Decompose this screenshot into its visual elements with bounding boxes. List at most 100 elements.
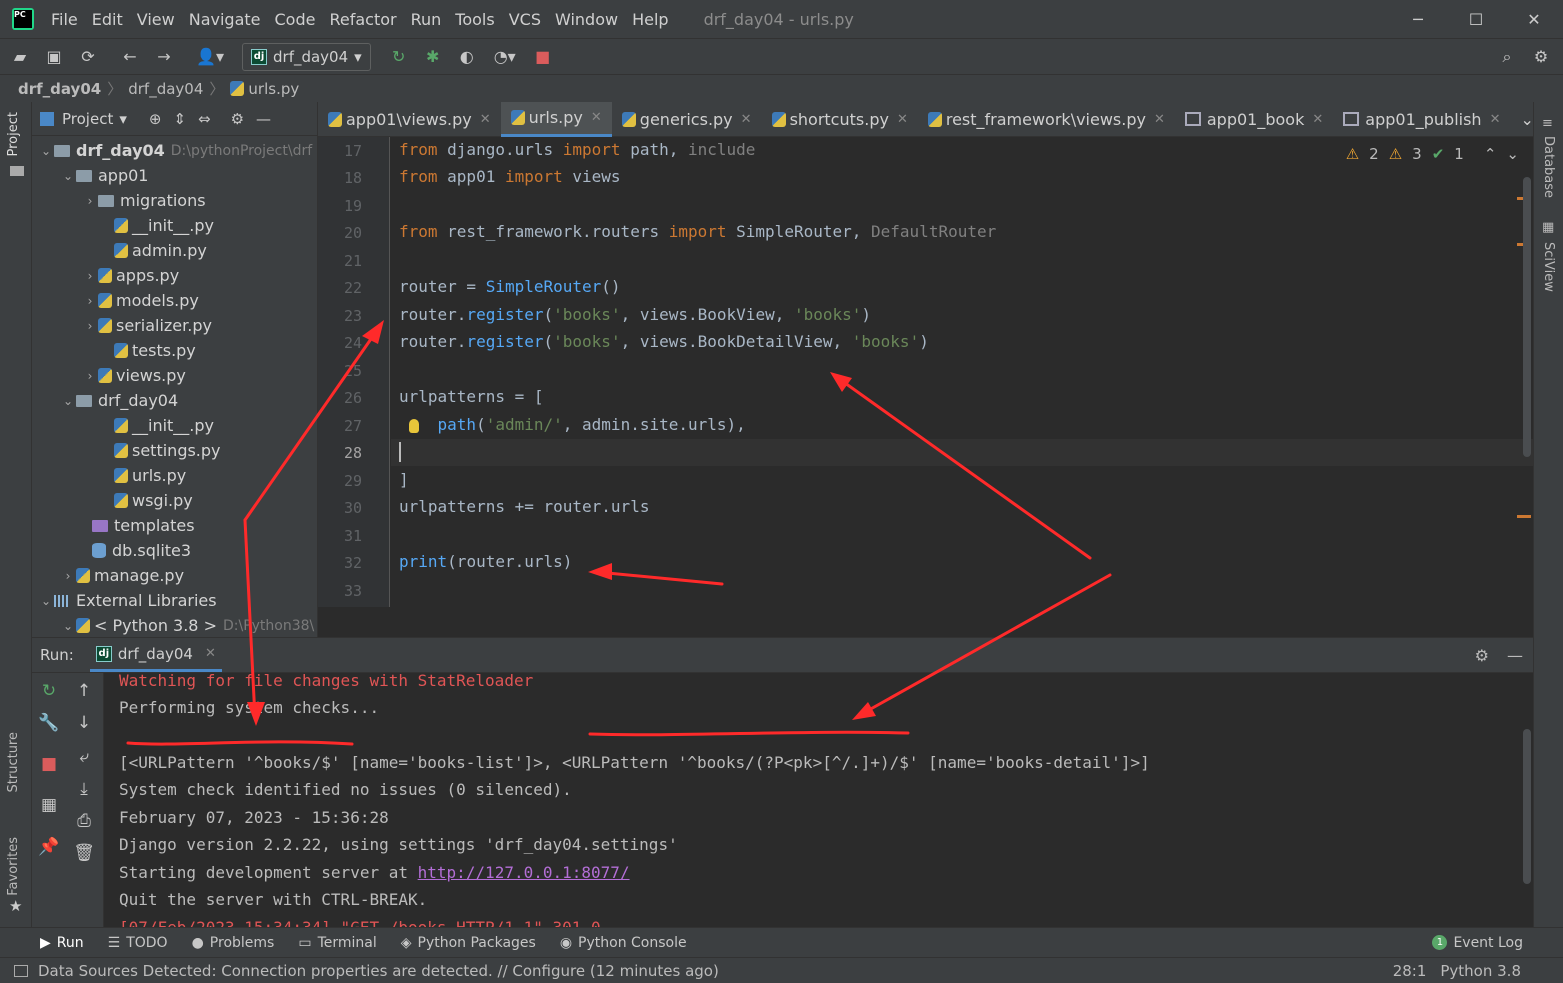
rerun-icon[interactable]: ↻ — [35, 677, 63, 705]
tree-item-templates[interactable]: templates — [32, 513, 318, 538]
terminal-tool-button[interactable]: ▭ Terminal — [298, 935, 376, 951]
tree-item-file[interactable]: › views.py — [32, 363, 318, 388]
layout-icon[interactable]: ▦ — [35, 791, 63, 819]
debug-bug-icon[interactable]: ✱ — [419, 43, 447, 71]
maximize-button[interactable]: ☐ — [1447, 0, 1505, 38]
python-interpreter[interactable]: Python 3.8 — [1440, 962, 1521, 980]
menu-refactor[interactable]: Refactor — [322, 10, 403, 29]
locate-icon[interactable]: ⊕ — [149, 110, 162, 128]
sciview-tool-tab[interactable]: SciView — [1541, 242, 1556, 292]
server-url-link[interactable]: http://127.0.0.1:8077/ — [418, 863, 630, 882]
stop-icon[interactable]: ■ — [529, 43, 557, 71]
collapse-all-icon[interactable]: ⇔ — [198, 110, 211, 128]
python-console-tool-button[interactable]: ◉ Python Console — [560, 935, 687, 951]
tab-app01-book[interactable]: app01_book ✕ — [1175, 102, 1333, 137]
tree-item-file[interactable]: __init__.py — [32, 213, 318, 238]
scroll-up-icon[interactable]: ↑ — [70, 677, 98, 705]
tab-app01-views[interactable]: app01\views.py ✕ — [318, 102, 501, 137]
code-editor[interactable]: ⚠ 2 ⚠ 3 ✔ 1 ⌃ ⌄ from django.urls import pat… — [391, 137, 1533, 607]
run-tab[interactable]: dj drf_day04 ✕ — [89, 638, 222, 672]
scroll-down-icon[interactable]: ↓ — [70, 709, 98, 737]
run-tool-button[interactable]: ▶ Run — [40, 935, 84, 951]
tree-item-file[interactable]: urls.py — [32, 463, 318, 488]
close-tab-icon[interactable]: ✕ — [205, 646, 216, 661]
back-arrow-icon[interactable]: ← — [116, 43, 144, 71]
tree-item-db[interactable]: db.sqlite3 — [32, 538, 318, 563]
menu-view[interactable]: View — [130, 10, 182, 29]
menu-vcs[interactable]: VCS — [502, 10, 548, 29]
hide-panel-icon[interactable]: — — [256, 110, 271, 128]
tree-item-drf-day04[interactable]: ⌄ drf_day04 — [32, 388, 318, 413]
menu-navigate[interactable]: Navigate — [182, 10, 268, 29]
coverage-icon[interactable]: ◐ — [453, 43, 481, 71]
stop-icon[interactable]: ■ — [35, 750, 63, 778]
next-highlight-icon[interactable]: ⌄ — [1506, 145, 1519, 163]
menu-file[interactable]: File — [44, 10, 85, 29]
user-dropdown-icon[interactable]: 👤▾ — [192, 43, 228, 71]
tree-item-file[interactable]: › models.py — [32, 288, 318, 313]
database-tool-tab[interactable]: Database — [1541, 136, 1556, 198]
soft-wrap-icon[interactable]: ⤶ — [70, 743, 98, 771]
status-message[interactable]: Data Sources Detected: Connection proper… — [38, 962, 719, 980]
chevron-down-icon[interactable]: ▾ — [119, 110, 127, 128]
run-console[interactable]: Watching for file changes with StatReloa… — [104, 673, 1533, 927]
tab-app01-publish[interactable]: app01_publish ✕ — [1333, 102, 1510, 137]
minimize-button[interactable]: ─ — [1389, 0, 1447, 38]
toggle-tool-windows-icon[interactable] — [14, 964, 28, 977]
structure-tool-tab[interactable]: Structure — [6, 732, 21, 792]
settings-gear-icon[interactable]: ⚙ — [1527, 43, 1555, 71]
python-packages-tool-button[interactable]: ◈ Python Packages — [401, 935, 536, 951]
menu-window[interactable]: Window — [548, 10, 625, 29]
menu-run[interactable]: Run — [404, 10, 449, 29]
lightbulb-icon[interactable] — [409, 419, 419, 433]
profile-dropdown-icon[interactable]: ◔▾ — [487, 43, 523, 71]
menu-code[interactable]: Code — [268, 10, 323, 29]
project-tool-tab[interactable]: Project — [6, 112, 21, 156]
breadcrumb-package[interactable]: drf_day04 — [128, 80, 203, 98]
close-button[interactable]: ✕ — [1505, 0, 1563, 38]
tree-item-file[interactable]: › manage.py — [32, 563, 318, 588]
print-icon[interactable]: ⎙ — [70, 807, 98, 835]
tree-item-app01[interactable]: ⌄ app01 — [32, 163, 318, 188]
scroll-to-end-icon[interactable]: ⤓ — [70, 775, 98, 803]
tree-item-root[interactable]: ⌄ drf_day04 D:\pythonProject\drf — [32, 138, 318, 163]
console-scrollbar[interactable] — [1523, 729, 1531, 884]
tree-item-file[interactable]: admin.py — [32, 238, 318, 263]
rerun-icon[interactable]: ↻ — [385, 43, 413, 71]
forward-arrow-icon[interactable]: → — [150, 43, 178, 71]
tree-item-file[interactable]: › apps.py — [32, 263, 318, 288]
cursor-position[interactable]: 28:1 — [1393, 962, 1427, 980]
favorites-tool-tab[interactable]: Favorites — [6, 837, 21, 896]
menu-help[interactable]: Help — [625, 10, 675, 29]
run-config-select[interactable]: dj drf_day04 ▾ — [242, 42, 371, 71]
editor-scrollbar[interactable] — [1523, 177, 1531, 457]
tree-item-file[interactable]: settings.py — [32, 438, 318, 463]
tree-item-migrations[interactable]: › migrations — [32, 188, 318, 213]
project-view-select[interactable]: Project — [62, 110, 113, 128]
trash-icon[interactable]: 🗑 — [70, 839, 98, 867]
inspection-widget[interactable]: ⚠ 2 ⚠ 3 ✔ 1 ⌃ ⌄ — [1346, 145, 1519, 163]
save-icon[interactable]: ▣ — [40, 43, 68, 71]
tab-shortcuts[interactable]: shortcuts.py ✕ — [762, 102, 918, 137]
wrench-icon[interactable]: 🔧 — [35, 709, 63, 737]
run-settings-icon[interactable]: ⚙ — [1475, 646, 1489, 665]
event-log-button[interactable]: 1 Event Log — [1432, 935, 1523, 951]
problems-tool-button[interactable]: ● Problems — [192, 935, 275, 951]
todo-tool-button[interactable]: ☰ TODO — [108, 935, 168, 951]
search-icon[interactable]: ⌕ — [1493, 43, 1521, 71]
tab-generics[interactable]: generics.py ✕ — [612, 102, 762, 137]
tree-item-file[interactable]: tests.py — [32, 338, 318, 363]
tab-rest-framework-views[interactable]: rest_framework\views.py ✕ — [918, 102, 1175, 137]
tab-list-chevron-icon[interactable]: ⌄ — [1510, 102, 1543, 137]
previous-highlight-icon[interactable]: ⌃ — [1484, 145, 1497, 163]
panel-settings-icon[interactable]: ⚙ — [231, 110, 244, 128]
breadcrumb-file[interactable]: urls.py — [248, 80, 299, 98]
pin-icon[interactable]: 📌 — [35, 833, 63, 861]
tree-item-external-libraries[interactable]: ⌄ External Libraries — [32, 588, 318, 613]
sync-icon[interactable]: ⟳ — [74, 43, 102, 71]
tab-urls[interactable]: urls.py ✕ — [500, 101, 612, 137]
tree-item-file[interactable]: › serializer.py — [32, 313, 318, 338]
tree-item-file[interactable]: __init__.py — [32, 413, 318, 438]
open-folder-icon[interactable]: ▰ — [6, 43, 34, 71]
tree-item-file[interactable]: wsgi.py — [32, 488, 318, 513]
